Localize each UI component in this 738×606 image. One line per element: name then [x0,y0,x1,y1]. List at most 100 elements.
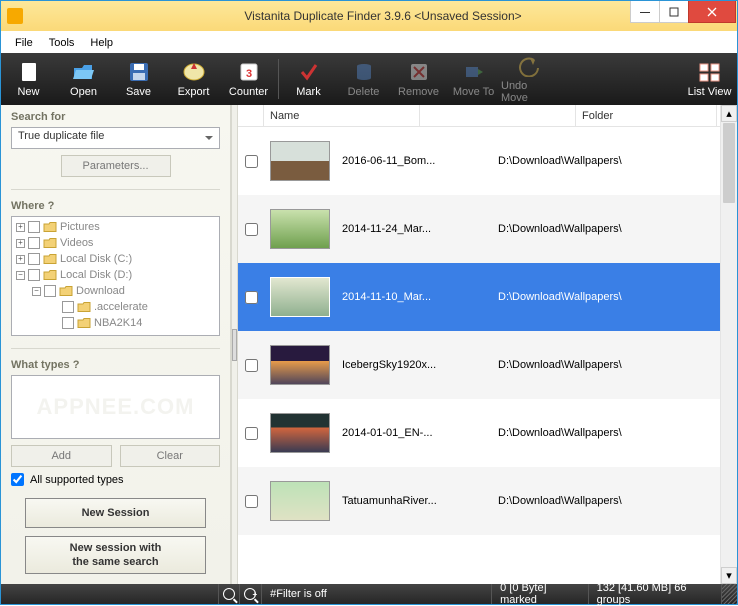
tree-item[interactable]: NBA2K14 [14,315,217,331]
search-type-select[interactable]: True duplicate file [11,127,220,149]
all-supported-checkbox[interactable] [11,473,24,486]
panel-splitter[interactable] [231,105,238,584]
tool-remove-label: Remove [398,86,439,98]
minimize-button[interactable] [630,1,660,23]
what-types-label: What types ? [1,353,230,375]
tool-remove[interactable]: Remove [391,53,446,105]
folder-tree[interactable]: +Pictures+Videos+Local Disk (C:)−Local D… [11,216,220,336]
window-controls [631,1,736,23]
row-folder: D:\Download\Wallpapers\ [492,223,737,235]
tree-item[interactable]: − Local Disk (D:) [14,267,217,283]
row-checkbox[interactable] [245,427,258,440]
resize-grip-icon[interactable] [722,584,737,604]
tool-open[interactable]: Open [56,53,111,105]
row-checkbox[interactable] [245,359,258,372]
result-row[interactable]: TatuamunhaRiver...D:\Download\Wallpapers… [238,467,737,535]
undo-icon [516,54,542,78]
tree-item-label: .accelerate [94,301,148,313]
tree-checkbox[interactable] [28,237,40,249]
folder-icon [43,269,57,281]
folder-icon [59,285,73,297]
body: Search for True duplicate file Parameter… [1,105,737,584]
tool-export[interactable]: Export [166,53,221,105]
tree-item-label: Videos [60,237,93,249]
mark-icon [296,60,322,84]
zoom-out-icon [223,588,235,600]
clear-types-button[interactable]: Clear [120,445,221,467]
tool-counter[interactable]: 3 Counter [221,53,276,105]
all-supported-label: All supported types [30,474,124,486]
tree-item-label: Local Disk (D:) [60,269,132,281]
row-checkbox[interactable] [245,155,258,168]
maximize-button[interactable] [659,1,689,23]
add-type-button[interactable]: Add [11,445,112,467]
new-session-button[interactable]: New Session [25,498,206,528]
menu-tools[interactable]: Tools [41,35,83,51]
col-name[interactable]: Name [264,105,420,126]
status-zoom-out[interactable] [219,584,240,604]
tool-new[interactable]: New [1,53,56,105]
col-checkbox[interactable] [238,105,264,126]
new-icon [16,60,42,84]
result-row[interactable]: 2014-11-24_Mar...D:\Download\Wallpapers\ [238,195,737,263]
result-row[interactable]: 2014-01-01_EN-...D:\Download\Wallpapers\ [238,399,737,467]
row-folder: D:\Download\Wallpapers\ [492,291,737,303]
new-session-same-button[interactable]: New session withthe same search [25,536,206,574]
scroll-down-icon[interactable]: ▾ [721,567,737,584]
thumbnail [270,413,330,453]
tree-item[interactable]: +Pictures [14,219,217,235]
tool-delete[interactable]: Delete [336,53,391,105]
watermark: APPNEE.COM [12,394,219,420]
tool-new-label: New [17,86,39,98]
tree-checkbox[interactable] [28,269,40,281]
row-checkbox[interactable] [245,223,258,236]
tool-moveto[interactable]: Move To [446,53,501,105]
menu-help[interactable]: Help [82,35,121,51]
result-row[interactable]: 2014-11-10_Mar...D:\Download\Wallpapers\ [238,263,737,331]
result-row[interactable]: IcebergSky1920x...D:\Download\Wallpapers… [238,331,737,399]
status-marked: 0 [0 Byte] marked [492,584,588,604]
thumbnail [270,209,330,249]
tool-listview[interactable]: List View [682,53,737,105]
delete-icon [351,60,377,84]
row-checkbox[interactable] [245,495,258,508]
status-filter[interactable]: #Filter is off [262,584,492,604]
vertical-scrollbar[interactable]: ▴ ▾ [720,105,737,584]
col-folder[interactable]: Folder [576,105,717,126]
parameters-button[interactable]: Parameters... [61,155,171,177]
tree-expander-icon[interactable]: + [16,223,25,232]
row-checkbox[interactable] [245,291,258,304]
tree-item[interactable]: +Local Disk (C:) [14,251,217,267]
tree-item[interactable]: −Download [14,283,217,299]
col-name-spacer[interactable] [420,105,576,126]
row-filename: TatuamunhaRiver... [336,495,492,507]
tree-expander-icon[interactable]: + [16,255,25,264]
types-list[interactable]: APPNEE.COM [11,375,220,439]
tool-save[interactable]: Save [111,53,166,105]
status-groups: 132 [41.60 MB] 66 groups [589,584,723,604]
tree-checkbox[interactable] [62,301,74,313]
tree-checkbox[interactable] [28,221,40,233]
tool-mark[interactable]: Mark [281,53,336,105]
tree-item[interactable]: .accelerate [14,299,217,315]
scroll-up-icon[interactable]: ▴ [721,105,737,122]
tree-checkbox[interactable] [28,253,40,265]
divider [11,189,220,190]
row-folder: D:\Download\Wallpapers\ [492,427,737,439]
tree-expander-icon[interactable]: + [16,239,25,248]
results-panel: Name Folder S 2016-06-11_Bom...D:\Downlo… [238,105,737,584]
tool-undomove[interactable]: Undo Move [501,53,556,105]
scroll-thumb[interactable] [723,123,735,203]
tree-expander-icon[interactable]: − [16,271,25,280]
status-zoom-in[interactable]: + [240,584,262,604]
tree-item[interactable]: + Videos [14,235,217,251]
tree-expander-icon[interactable]: − [32,287,41,296]
result-row[interactable]: 2016-06-11_Bom...D:\Download\Wallpapers\ [238,127,737,195]
tree-checkbox[interactable] [62,317,74,329]
tool-save-label: Save [126,86,151,98]
remove-icon [406,60,432,84]
tree-checkbox[interactable] [44,285,56,297]
menu-file[interactable]: File [7,35,41,51]
tool-moveto-label: Move To [453,86,494,98]
close-button[interactable] [688,1,736,23]
